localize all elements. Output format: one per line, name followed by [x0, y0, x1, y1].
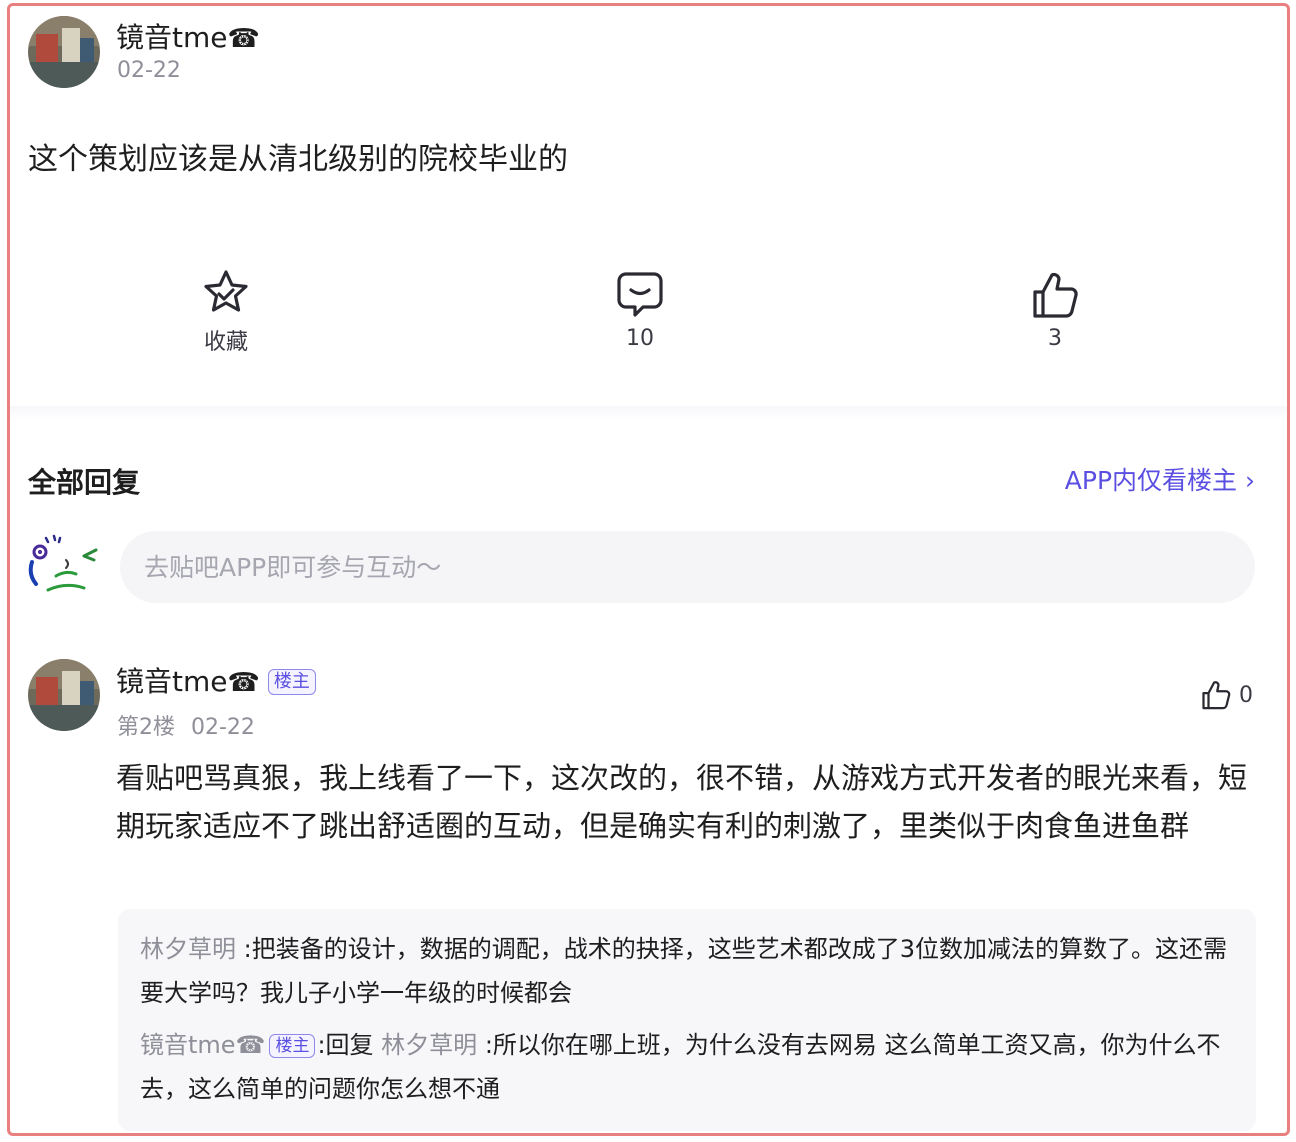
reply-input[interactable]	[120, 531, 1255, 603]
post-author-avatar[interactable]	[28, 16, 100, 88]
phone-icon: ☎	[227, 24, 260, 54]
comment-body-text: 看贴吧骂真狠，我上线看了一下，这次改的，很不错，从游戏方式开发者的眼光来看，短期…	[116, 761, 1248, 843]
comment-floor: 第2楼	[117, 715, 175, 740]
thumbs-up-icon	[1033, 272, 1078, 318]
comment-author-name[interactable]: 镜音tme☎ 楼主	[116, 660, 316, 700]
favorite-label: 收藏	[203, 330, 248, 355]
comment-author-avatar[interactable]	[28, 659, 100, 731]
comment-like-button[interactable]: 0	[1201, 679, 1253, 711]
like-count: 3	[1048, 326, 1062, 351]
thumbs-up-icon	[1202, 681, 1231, 710]
reply-target-author[interactable]: 林夕草明	[381, 1031, 485, 1059]
post-date: 02-22	[117, 58, 181, 83]
op-badge: 楼主	[269, 1034, 316, 1058]
comment-count: 10	[626, 326, 654, 351]
current-user-avatar	[28, 534, 98, 592]
phone-icon: ☎	[227, 668, 260, 698]
section-divider	[10, 406, 1287, 420]
comment-like-count: 0	[1239, 682, 1253, 708]
sub-replies-box: 林夕草明 :把装备的设计，数据的调配，战术的抉择，这些艺术都改成了3位数加减法的…	[118, 909, 1256, 1131]
comment-date: 02-22	[191, 715, 255, 740]
post-body-text: 这个策划应该是从清北级别的院校毕业的	[28, 142, 568, 177]
op-only-link[interactable]: APP内仅看楼主 ›	[1065, 461, 1255, 497]
comment-meta: 第2楼 02-22	[117, 709, 255, 741]
post-author-name[interactable]: 镜音tme☎	[116, 16, 260, 56]
favorite-button[interactable]: 收藏	[166, 268, 286, 356]
like-button[interactable]: 3	[995, 270, 1115, 351]
sub-reply[interactable]: 林夕草明 :把装备的设计，数据的调配，战术的抉择，这些艺术都改成了3位数加减法的…	[140, 927, 1234, 1015]
comment-button[interactable]: 10	[580, 270, 700, 351]
screenshot-frame: 镜音tme☎ 02-22 这个策划应该是从清北级别的院校毕业的 收藏 10 3 …	[7, 3, 1290, 1136]
sub-reply[interactable]: 镜音tme☎ 楼主:回复 林夕草明 :所以你在哪上班，为什么没有去网易 这么简单工…	[140, 1023, 1234, 1111]
op-badge: 楼主	[267, 669, 316, 695]
sub-reply-author[interactable]: 镜音tme☎	[140, 1031, 265, 1059]
reply-prefix: :回复	[317, 1031, 382, 1059]
sub-reply-text: :把装备的设计，数据的调配，战术的抉择，这些艺术都改成了3位数加减法的算数了。这…	[140, 935, 1227, 1007]
sub-reply-author[interactable]: 林夕草明	[140, 935, 244, 963]
all-replies-title: 全部回复	[28, 466, 141, 499]
star-icon	[204, 270, 248, 312]
comment-bubble-icon	[617, 272, 663, 317]
